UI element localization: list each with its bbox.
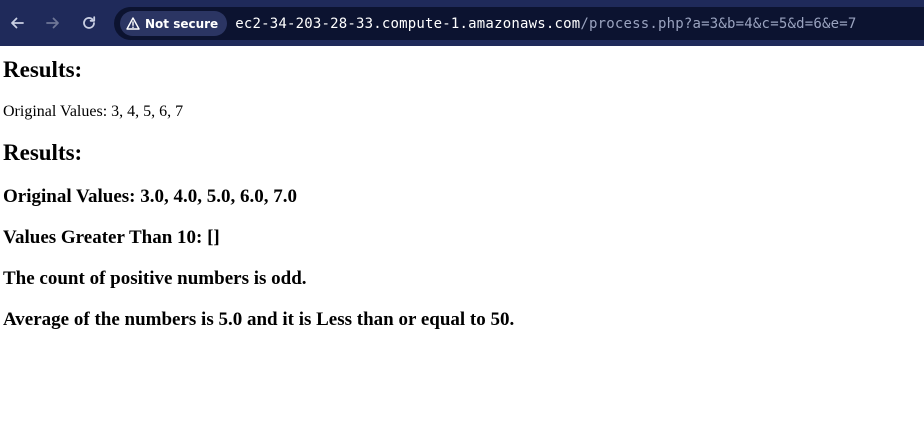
average-line: Average of the numbers is 5.0 and it is … bbox=[3, 309, 515, 330]
page-content: Results: Original Values: 3, 4, 5, 6, 7 … bbox=[3, 46, 921, 331]
back-arrow-icon bbox=[11, 17, 24, 29]
results-heading-2: Results: bbox=[3, 140, 83, 165]
original-values-float: Original Values: 3.0, 4.0, 5.0, 6.0, 7.0 bbox=[3, 186, 297, 207]
results-heading-1: Results: bbox=[3, 57, 83, 82]
address-bar[interactable]: Not secure ec2-34-203-28-33.compute-1.am… bbox=[114, 7, 924, 40]
reload-icon bbox=[83, 16, 96, 29]
warning-triangle-icon bbox=[126, 17, 140, 30]
forward-arrow-icon bbox=[46, 17, 59, 29]
browser-toolbar: Not secure ec2-34-203-28-33.compute-1.am… bbox=[0, 0, 924, 46]
forward-button[interactable] bbox=[42, 12, 64, 34]
security-label: Not secure bbox=[145, 16, 219, 31]
reload-button[interactable] bbox=[78, 12, 100, 34]
back-button[interactable] bbox=[6, 12, 28, 34]
url-path: /process.php?a=3&b=4&c=5&d=6&e=7 bbox=[580, 15, 857, 32]
url-host: ec2-34-203-28-33.compute-1.amazonaws.com bbox=[235, 15, 581, 32]
url-text[interactable]: ec2-34-203-28-33.compute-1.amazonaws.com… bbox=[235, 16, 856, 32]
greater-than-10-line: Values Greater Than 10: [] bbox=[3, 227, 220, 248]
original-values-plain: Original Values: 3, 4, 5, 6, 7 bbox=[3, 103, 184, 120]
security-indicator[interactable]: Not secure bbox=[120, 11, 228, 36]
positive-count-line: The count of positive numbers is odd. bbox=[3, 268, 307, 289]
